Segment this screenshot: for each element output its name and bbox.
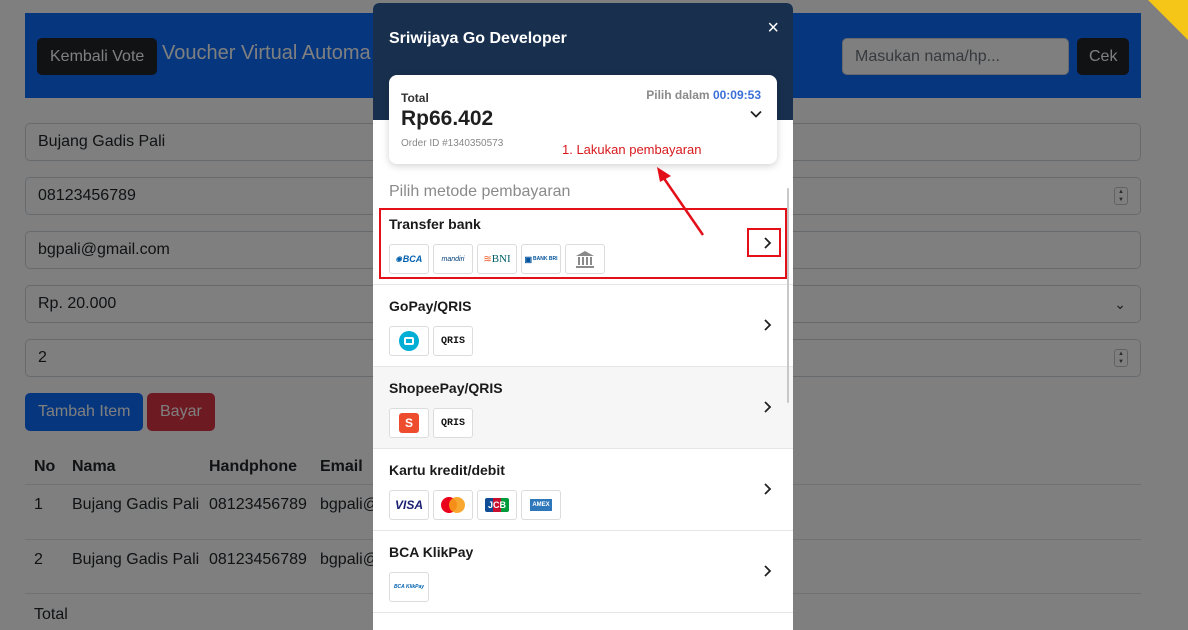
method-logos: QRIS — [389, 326, 473, 356]
method-name: BCA KlikPay — [389, 544, 474, 560]
annotation-text: 1. Lakukan pembayaran — [562, 142, 702, 157]
chevron-right-icon[interactable] — [763, 564, 773, 578]
amex-logo-text: AMEX — [530, 499, 552, 511]
countdown-label: Pilih dalam — [646, 88, 710, 102]
amex-logo-icon: AMEX — [521, 490, 561, 520]
chevron-right-icon[interactable] — [763, 400, 773, 414]
bca-klikpay-logo-icon: BCA KlikPay — [389, 572, 429, 602]
annotation-highlight-box — [379, 208, 787, 279]
chevron-down-icon[interactable] — [749, 107, 763, 121]
method-name: Kartu kredit/debit — [389, 462, 505, 478]
jcb-logo-text: JCB — [484, 498, 509, 512]
close-icon[interactable]: × — [767, 18, 779, 38]
method-credit-card[interactable]: Kartu kredit/debit VISA JCB AMEX — [373, 449, 793, 531]
method-name: ShopeePay/QRIS — [389, 380, 503, 396]
gopay-icon — [389, 326, 429, 356]
qris-logo-icon: QRIS — [433, 326, 473, 356]
modal-scrollbar[interactable] — [787, 188, 789, 403]
mastercard-icon — [433, 490, 473, 520]
method-gopay-qris[interactable]: GoPay/QRIS QRIS — [373, 285, 793, 367]
modal-title: Sriwijaya Go Developer — [389, 30, 567, 47]
payment-modal: Sriwijaya Go Developer × Total Rp66.402 … — [373, 3, 793, 630]
visa-logo-icon: VISA — [389, 490, 429, 520]
jcb-logo-icon: JCB — [477, 490, 517, 520]
qris-logo-icon: QRIS — [433, 408, 473, 438]
chevron-right-icon[interactable] — [763, 482, 773, 496]
method-logos: VISA JCB AMEX — [389, 490, 561, 520]
method-name: GoPay/QRIS — [389, 298, 472, 314]
order-id: Order ID #1340350573 — [401, 138, 504, 149]
corner-ribbon — [1148, 0, 1188, 40]
method-logos: BCA KlikPay — [389, 572, 429, 602]
shopeepay-icon: S — [389, 408, 429, 438]
total-label: Total — [401, 91, 429, 105]
method-shopeepay-qris[interactable]: ShopeePay/QRIS S QRIS — [373, 367, 793, 449]
payment-section-title: Pilih metode pembayaran — [389, 183, 571, 200]
annotation-chevron-box — [747, 228, 781, 257]
total-amount: Rp66.402 — [401, 107, 494, 130]
countdown: Pilih dalam 00:09:53 — [646, 88, 761, 102]
countdown-timer: 00:09:53 — [712, 88, 761, 102]
chevron-right-icon[interactable] — [763, 318, 773, 332]
method-bca-klikpay[interactable]: BCA KlikPay BCA KlikPay — [373, 531, 793, 613]
method-logos: S QRIS — [389, 408, 473, 438]
